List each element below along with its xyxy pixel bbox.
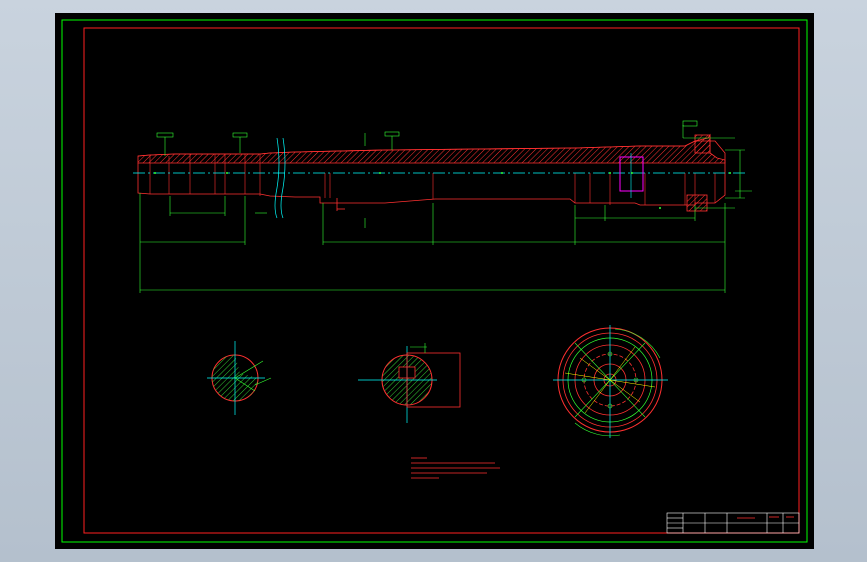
shaft-drawing bbox=[61, 19, 808, 543]
section-view-2 bbox=[358, 343, 461, 423]
end-view bbox=[553, 325, 668, 438]
center-markers bbox=[154, 172, 731, 209]
outer-frame bbox=[61, 19, 808, 543]
section-view-1 bbox=[207, 341, 272, 415]
inner-frame bbox=[83, 27, 800, 534]
cad-viewport[interactable] bbox=[55, 13, 814, 549]
shaft-outline-bottom bbox=[137, 163, 726, 206]
title-block-labels bbox=[737, 516, 794, 519]
break-lines bbox=[274, 137, 286, 219]
shaft-upper-section bbox=[137, 133, 726, 164]
technical-notes bbox=[411, 457, 500, 479]
title-block bbox=[666, 512, 800, 534]
